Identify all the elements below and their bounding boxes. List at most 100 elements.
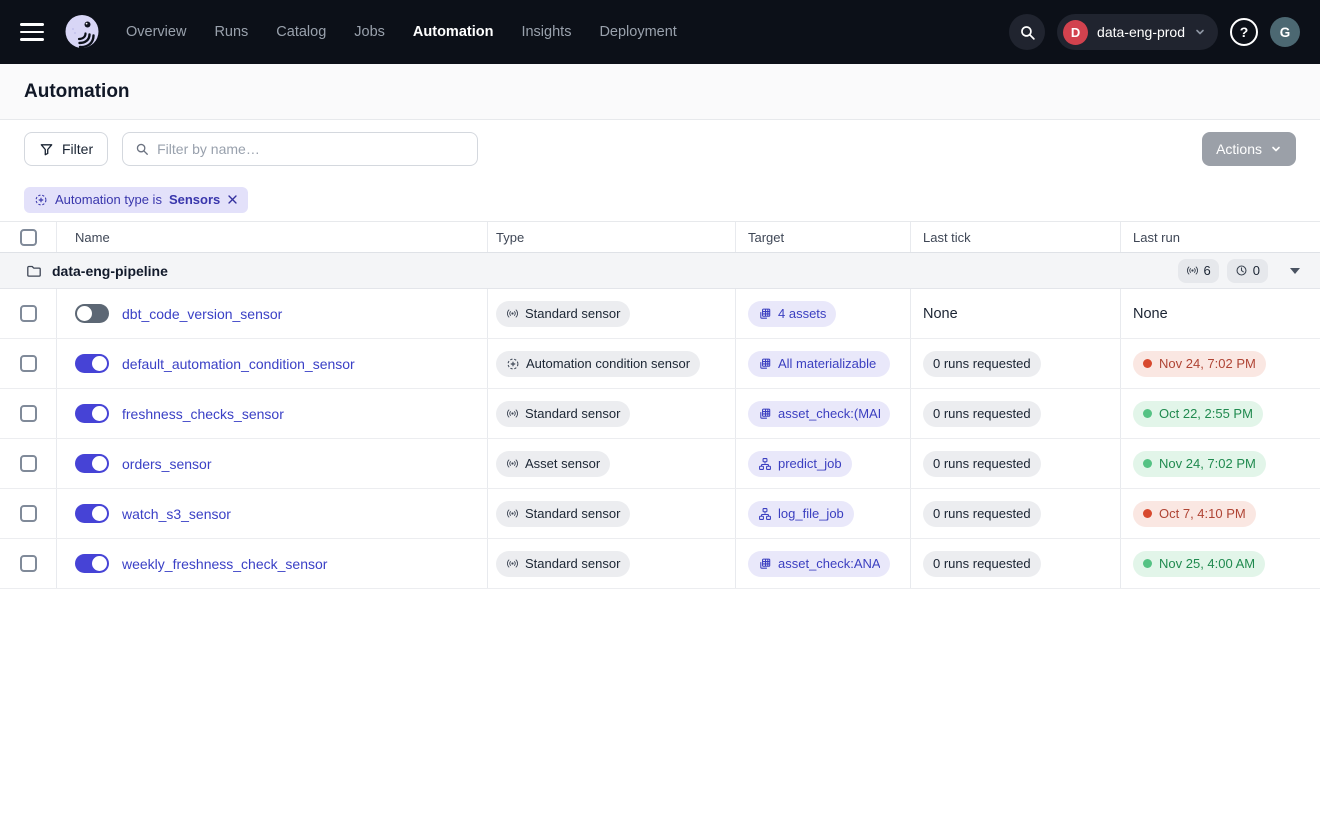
nav-item-automation[interactable]: Automation	[413, 24, 494, 40]
automation-condition-icon	[506, 357, 520, 371]
clock-icon	[1235, 264, 1248, 277]
row-checkbox[interactable]	[20, 555, 37, 572]
last-run-value[interactable]: Oct 22, 2:55 PM	[1133, 401, 1263, 427]
sensor-type-badge: Standard sensor	[496, 401, 630, 427]
run-status-dot-icon	[1143, 559, 1152, 568]
sensor-type-badge: Standard sensor	[496, 551, 630, 577]
menu-icon[interactable]	[20, 23, 44, 41]
repo-group-row[interactable]: data-eng-pipeline 6 0	[0, 253, 1320, 289]
funnel-icon	[39, 142, 54, 157]
deployment-switcher[interactable]: D data-eng-prod	[1057, 14, 1218, 50]
schedule-count: 0	[1253, 263, 1260, 278]
deployment-badge: D	[1063, 20, 1088, 45]
column-header-target: Target	[735, 222, 910, 252]
asset-icon	[758, 557, 772, 571]
sensor-icon	[1186, 264, 1199, 277]
job-icon	[758, 457, 772, 471]
run-status-dot-icon	[1143, 409, 1152, 418]
column-header-type: Type	[487, 222, 735, 252]
last-run-value[interactable]: Nov 24, 7:02 PM	[1133, 351, 1266, 377]
name-filter-field	[122, 132, 478, 166]
sensor-name-link[interactable]: freshness_checks_sensor	[122, 406, 284, 422]
sensor-toggle[interactable]	[75, 404, 109, 423]
caret-down-icon[interactable]	[1286, 264, 1304, 278]
run-status-dot-icon	[1143, 509, 1152, 518]
asset-icon	[758, 307, 772, 321]
sensor-count-badge: 6	[1178, 259, 1219, 283]
job-icon	[758, 507, 772, 521]
sensor-table-body: dbt_code_version_sensor Standard sensor …	[0, 289, 1320, 589]
page-title: Automation	[24, 81, 130, 103]
topbar: Overview Runs Catalog Jobs Automation Insight…	[0, 0, 1320, 64]
sensor-type-badge: Standard sensor	[496, 301, 630, 327]
nav-item-runs[interactable]: Runs	[214, 24, 248, 40]
row-checkbox[interactable]	[20, 505, 37, 522]
nav-item-overview[interactable]: Overview	[126, 24, 186, 40]
row-checkbox[interactable]	[20, 355, 37, 372]
sensor-target-link[interactable]: asset_check:(MARK	[748, 401, 890, 427]
sensor-target-link[interactable]: predict_job	[748, 451, 852, 477]
nav-item-jobs[interactable]: Jobs	[354, 24, 385, 40]
sensor-toggle[interactable]	[75, 354, 109, 373]
column-header-name: Name	[56, 222, 487, 252]
filter-button-label: Filter	[62, 141, 93, 157]
sensor-row: orders_sensor Asset sensor predict_job 0…	[0, 439, 1320, 489]
nav-item-insights[interactable]: Insights	[521, 24, 571, 40]
row-checkbox[interactable]	[20, 405, 37, 422]
sensor-toggle[interactable]	[75, 304, 109, 323]
actions-button[interactable]: Actions	[1202, 132, 1296, 166]
sensor-icon	[506, 507, 519, 520]
last-tick-value: 0 runs requested	[923, 551, 1041, 577]
search-icon	[135, 142, 149, 156]
run-status-dot-icon	[1143, 359, 1152, 368]
chevron-down-icon	[1194, 26, 1206, 38]
column-header-last-run: Last run	[1120, 222, 1320, 252]
last-tick-value: 0 runs requested	[923, 451, 1041, 477]
last-run-value[interactable]: Oct 7, 4:10 PM	[1133, 501, 1256, 527]
sensor-target-link[interactable]: asset_check:ANALY	[748, 551, 890, 577]
sensor-toggle[interactable]	[75, 554, 109, 573]
sensor-name-link[interactable]: watch_s3_sensor	[122, 506, 231, 522]
user-avatar[interactable]: G	[1270, 17, 1300, 47]
asset-icon	[758, 407, 772, 421]
last-run-value[interactable]: Nov 25, 4:00 AM	[1133, 551, 1265, 577]
chevron-down-icon	[1270, 143, 1282, 155]
sensor-type-badge: Automation condition sensor	[496, 351, 700, 377]
sensor-icon	[506, 407, 519, 420]
table-header: Name Type Target Last tick Last run	[0, 222, 1320, 253]
sensor-type-badge: Standard sensor	[496, 501, 630, 527]
search-icon[interactable]	[1009, 14, 1045, 50]
sensor-toggle[interactable]	[75, 454, 109, 473]
sensor-icon	[506, 457, 519, 470]
sensor-row: default_automation_condition_sensor Auto…	[0, 339, 1320, 389]
sensor-name-link[interactable]: default_automation_condition_sensor	[122, 356, 355, 372]
filter-button[interactable]: Filter	[24, 132, 108, 166]
sensor-name-link[interactable]: weekly_freshness_check_sensor	[122, 556, 327, 572]
last-tick-value: None	[923, 306, 958, 322]
automation-condition-icon	[34, 193, 48, 207]
nav-item-catalog[interactable]: Catalog	[276, 24, 326, 40]
nav-item-deployment[interactable]: Deployment	[599, 24, 676, 40]
toolbar: Filter Actions	[0, 120, 1320, 178]
last-run-value[interactable]: Nov 24, 7:02 PM	[1133, 451, 1266, 477]
primary-nav: Overview Runs Catalog Jobs Automation Insight…	[126, 24, 677, 40]
sensor-toggle[interactable]	[75, 504, 109, 523]
sensor-target-link[interactable]: 4 assets	[748, 301, 836, 327]
sensor-target-link[interactable]: log_file_job	[748, 501, 854, 527]
filter-tag-automation-type: Automation type is Sensors	[24, 187, 248, 213]
schedule-count-badge: 0	[1227, 259, 1268, 283]
sensor-icon	[506, 557, 519, 570]
last-tick-value: 0 runs requested	[923, 501, 1041, 527]
sensor-target-link[interactable]: All materializable as	[748, 351, 890, 377]
name-filter-input[interactable]	[157, 141, 465, 157]
close-icon[interactable]	[227, 194, 238, 205]
sensor-icon	[506, 307, 519, 320]
row-checkbox[interactable]	[20, 455, 37, 472]
row-checkbox[interactable]	[20, 305, 37, 322]
sensor-name-link[interactable]: orders_sensor	[122, 456, 212, 472]
dagster-logo-icon[interactable]	[62, 12, 102, 52]
sensor-name-link[interactable]: dbt_code_version_sensor	[122, 306, 282, 322]
sensor-row: freshness_checks_sensor Standard sensor …	[0, 389, 1320, 439]
help-icon[interactable]: ?	[1230, 18, 1258, 46]
select-all-checkbox[interactable]	[20, 229, 37, 246]
